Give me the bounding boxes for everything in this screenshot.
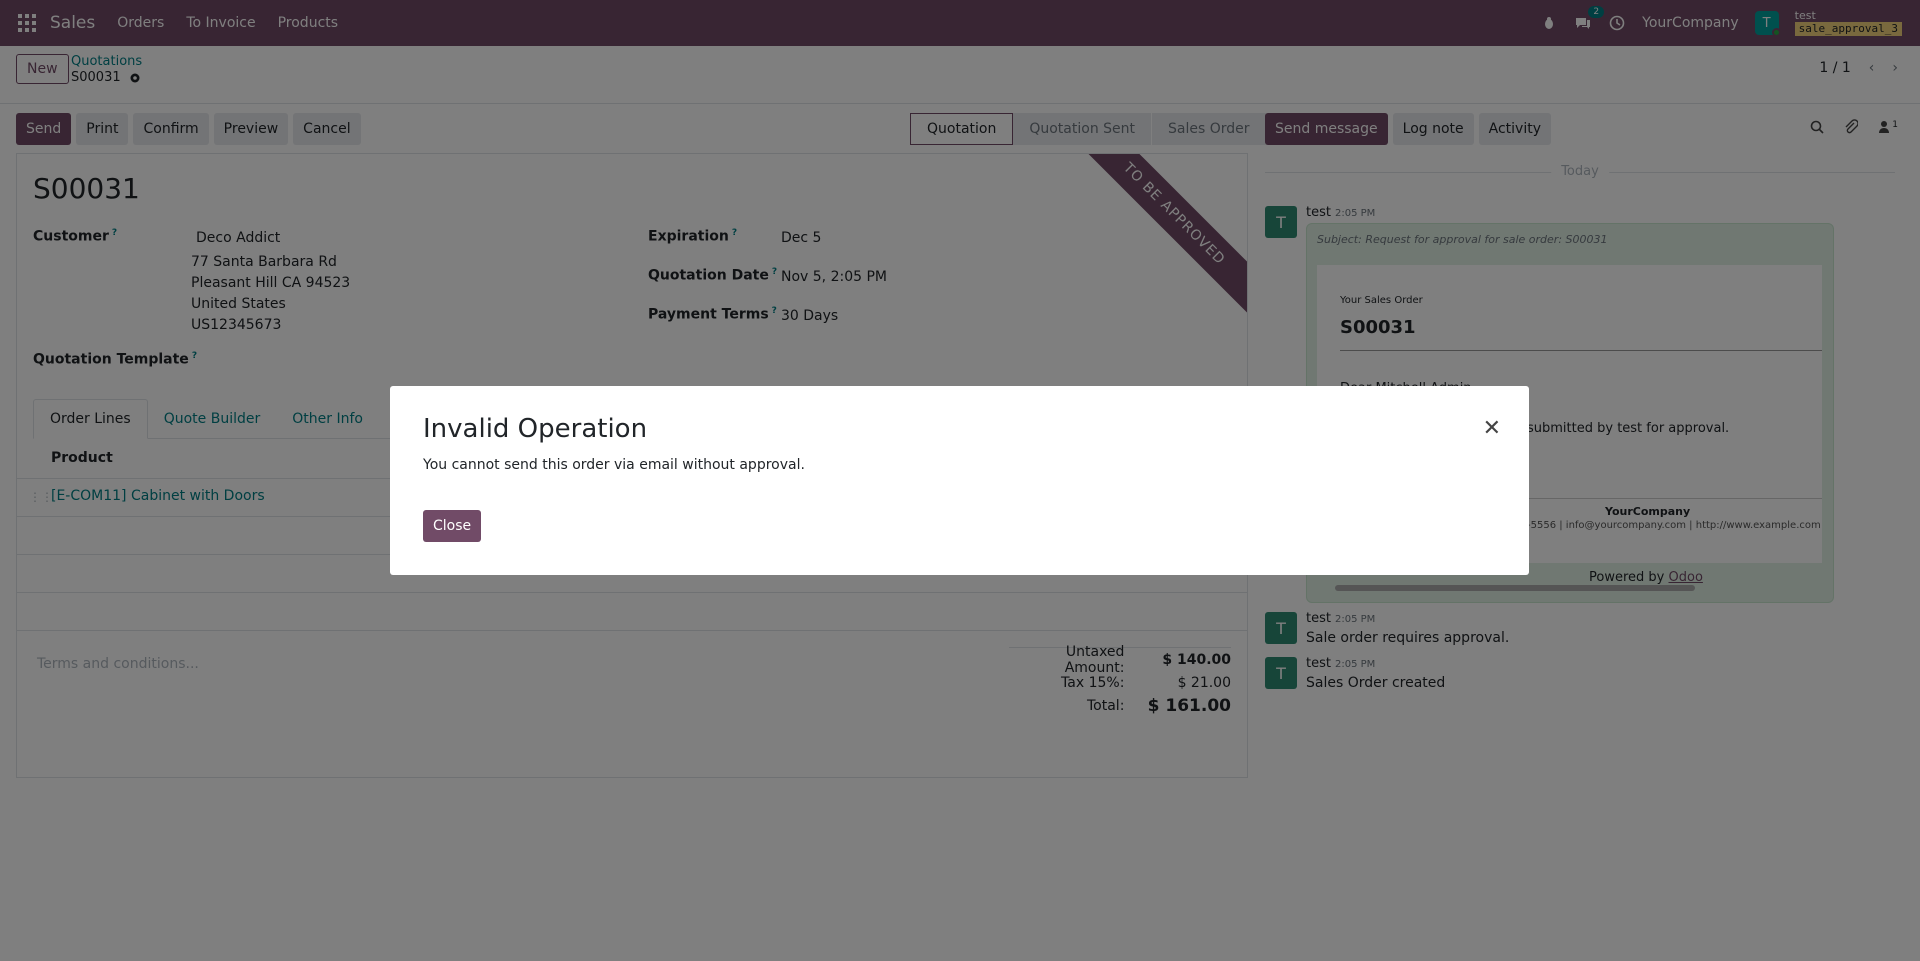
- dialog-message: You cannot send this order via email wit…: [423, 457, 805, 473]
- invalid-operation-dialog: Invalid Operation ✕ You cannot send this…: [390, 386, 1529, 575]
- close-button[interactable]: Close: [423, 510, 482, 542]
- dialog-title: Invalid Operation: [423, 414, 648, 444]
- close-icon[interactable]: ✕: [1483, 416, 1501, 441]
